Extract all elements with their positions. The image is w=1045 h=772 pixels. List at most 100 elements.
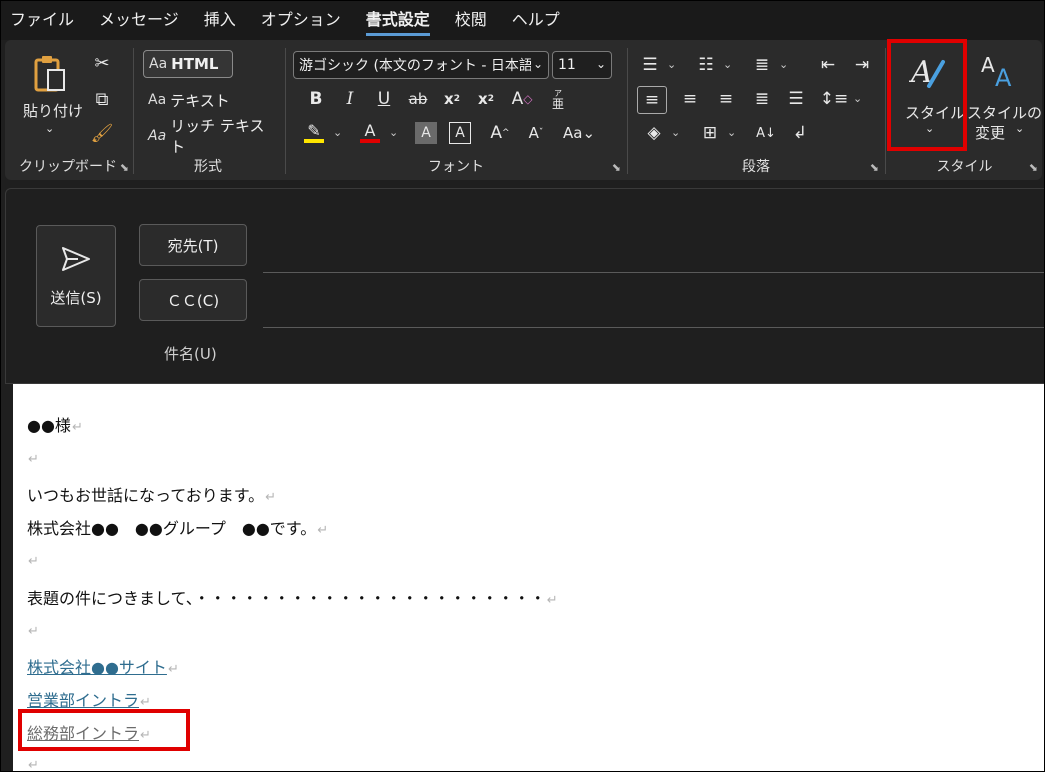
decrease-indent-icon[interactable]: ⇤: [815, 52, 841, 78]
strikethrough-icon[interactable]: ab: [405, 86, 431, 112]
numbering-icon[interactable]: ☷: [693, 52, 719, 78]
dialog-launcher-icon[interactable]: ⬊: [1029, 161, 1038, 174]
paragraph-mark: ↵: [317, 523, 329, 538]
highlight-color-icon[interactable]: ✎: [301, 120, 327, 146]
body-line-intro: いつもお世話になっております。↵: [27, 486, 277, 505]
change-styles-label-1: スタイルの: [967, 104, 1043, 122]
bold-icon[interactable]: B: [303, 86, 329, 112]
font-size-select[interactable]: 11 ⌄: [552, 51, 612, 79]
paste-label: 貼り付け: [23, 102, 84, 120]
format-group-label: 形式: [194, 159, 222, 175]
to-button[interactable]: 宛先(T): [139, 224, 247, 266]
format-group: Aa HTML Aa テキスト Aa リッチ テキスト 形式: [133, 40, 283, 180]
paragraph-mark: ↵: [28, 624, 39, 639]
chevron-down-icon[interactable]: ⌄: [667, 58, 676, 71]
menu-file[interactable]: ファイル: [10, 0, 74, 40]
font-group-label: フォント: [428, 159, 484, 175]
line-spacing-icon[interactable]: ↕≡: [820, 86, 849, 112]
shrink-font-icon[interactable]: Aˇ: [523, 120, 549, 146]
cc-field[interactable]: [263, 327, 1044, 328]
paragraph-mark: ↵: [28, 554, 39, 569]
align-center-icon[interactable]: ≡: [677, 86, 703, 112]
change-case-icon[interactable]: Aa⌄: [561, 120, 597, 146]
character-shading-icon[interactable]: A: [415, 122, 437, 144]
chevron-down-icon[interactable]: ⌄: [333, 126, 342, 139]
multilevel-list-icon[interactable]: ≣: [749, 52, 775, 78]
body-line-empty: ↵: [27, 550, 39, 569]
distributed-icon[interactable]: ☰: [783, 86, 809, 112]
separator: [627, 48, 628, 174]
subscript-icon[interactable]: x2: [439, 86, 465, 112]
font-size-value: 11: [558, 57, 576, 73]
body-line-topic: 表題の件につきまして、・・・・・・・・・・・・・・・・・・・・・・↵: [27, 589, 558, 608]
paragraph-group-label: 段落: [742, 159, 770, 175]
send-icon: [60, 245, 92, 277]
change-styles-button[interactable]: AA スタイルの 変更 ⌄: [967, 44, 1042, 146]
paragraph-mark: ↵: [71, 420, 83, 435]
phonetic-guide-icon[interactable]: ア亜: [545, 86, 571, 112]
change-styles-label-2: 変更: [975, 124, 1006, 142]
format-html-button[interactable]: Aa HTML: [143, 50, 233, 78]
paragraph-mark: ↵: [546, 593, 558, 608]
dialog-launcher-icon[interactable]: ⬊: [612, 161, 621, 174]
grow-font-icon[interactable]: A ^: [487, 120, 513, 146]
svg-text:A: A: [995, 64, 1012, 92]
to-field[interactable]: [263, 272, 1044, 273]
subject-label: 件名(U): [164, 345, 217, 363]
menu-bar: ファイル メッセージ 挿入 オプション 書式設定 校閲 ヘルプ: [0, 0, 1045, 40]
message-body[interactable]: ●●様↵ ↵ いつもお世話になっております。↵ 株式会社●● ●●グループ ●●…: [13, 384, 1045, 772]
link-company-site[interactable]: 株式会社●●サイト: [27, 658, 167, 677]
paragraph-mark: ↵: [140, 695, 151, 710]
clipboard-icon: [33, 54, 67, 98]
align-left-icon[interactable]: ≡: [637, 86, 667, 114]
link-sales-intranet[interactable]: 営業部イントラ: [27, 691, 139, 710]
chevron-down-icon: ⌄: [45, 122, 55, 135]
paragraph-mark: ↵: [28, 758, 39, 772]
menu-insert[interactable]: 挿入: [204, 0, 236, 40]
paste-button[interactable]: 貼り付け ⌄: [19, 50, 83, 146]
chevron-down-icon[interactable]: ⌄: [779, 58, 788, 71]
body-line-link-sales: 営業部イントラ↵: [27, 687, 151, 711]
compose-header: 送信(S) 宛先(T) ＣＣ(C) 件名(U): [5, 188, 1045, 384]
cut-icon[interactable]: ✂: [91, 52, 113, 74]
link-highlight-box: [18, 709, 190, 751]
styles-highlight-box: [887, 39, 967, 151]
font-color-icon[interactable]: A: [357, 120, 383, 146]
font-name-select[interactable]: 游ゴシック (本文のフォント - 日本語 ⌄: [293, 51, 549, 79]
show-marks-icon[interactable]: ↲: [787, 120, 813, 146]
dialog-launcher-icon[interactable]: ⬊: [870, 161, 879, 174]
menu-message[interactable]: メッセージ: [99, 0, 179, 40]
clear-formatting-icon[interactable]: A ◇: [509, 86, 535, 112]
chevron-down-icon[interactable]: ⌄: [671, 126, 680, 139]
menu-review[interactable]: 校閲: [455, 0, 487, 40]
copy-icon[interactable]: ⧉: [91, 88, 113, 110]
change-styles-icon: AA: [981, 52, 1021, 96]
dialog-launcher-icon[interactable]: ⬊: [120, 161, 129, 174]
increase-indent-icon[interactable]: ⇥: [849, 52, 875, 78]
format-rich-text-button[interactable]: Aa リッチ テキスト: [143, 117, 273, 156]
chevron-down-icon[interactable]: ⌄: [727, 126, 736, 139]
superscript-icon[interactable]: x2: [473, 86, 499, 112]
cc-button[interactable]: ＣＣ(C): [139, 279, 247, 321]
underline-icon[interactable]: U: [371, 86, 397, 112]
character-border-icon[interactable]: A: [449, 122, 471, 144]
bullets-icon[interactable]: ☰: [637, 52, 663, 78]
format-painter-icon[interactable]: 🖌: [91, 122, 114, 144]
chevron-down-icon[interactable]: ⌄: [389, 126, 398, 139]
justify-icon[interactable]: ≣: [749, 86, 775, 112]
chevron-down-icon[interactable]: ⌄: [853, 92, 862, 105]
send-button[interactable]: 送信(S): [36, 225, 116, 327]
align-right-icon[interactable]: ≡: [713, 86, 739, 112]
paragraph-mark: ↵: [167, 662, 179, 677]
shading-icon[interactable]: ◈: [641, 120, 667, 146]
menu-format-text[interactable]: 書式設定: [365, 0, 430, 40]
format-html-label: HTML: [171, 55, 219, 73]
italic-icon[interactable]: I: [337, 86, 363, 112]
format-text-button[interactable]: Aa テキスト: [143, 86, 233, 114]
menu-help[interactable]: ヘルプ: [512, 0, 560, 40]
menu-options[interactable]: オプション: [261, 0, 341, 40]
sort-icon[interactable]: A↓: [753, 120, 779, 146]
chevron-down-icon[interactable]: ⌄: [723, 58, 732, 71]
borders-icon[interactable]: ⊞: [697, 120, 723, 146]
paragraph-mark: ↵: [265, 490, 277, 505]
